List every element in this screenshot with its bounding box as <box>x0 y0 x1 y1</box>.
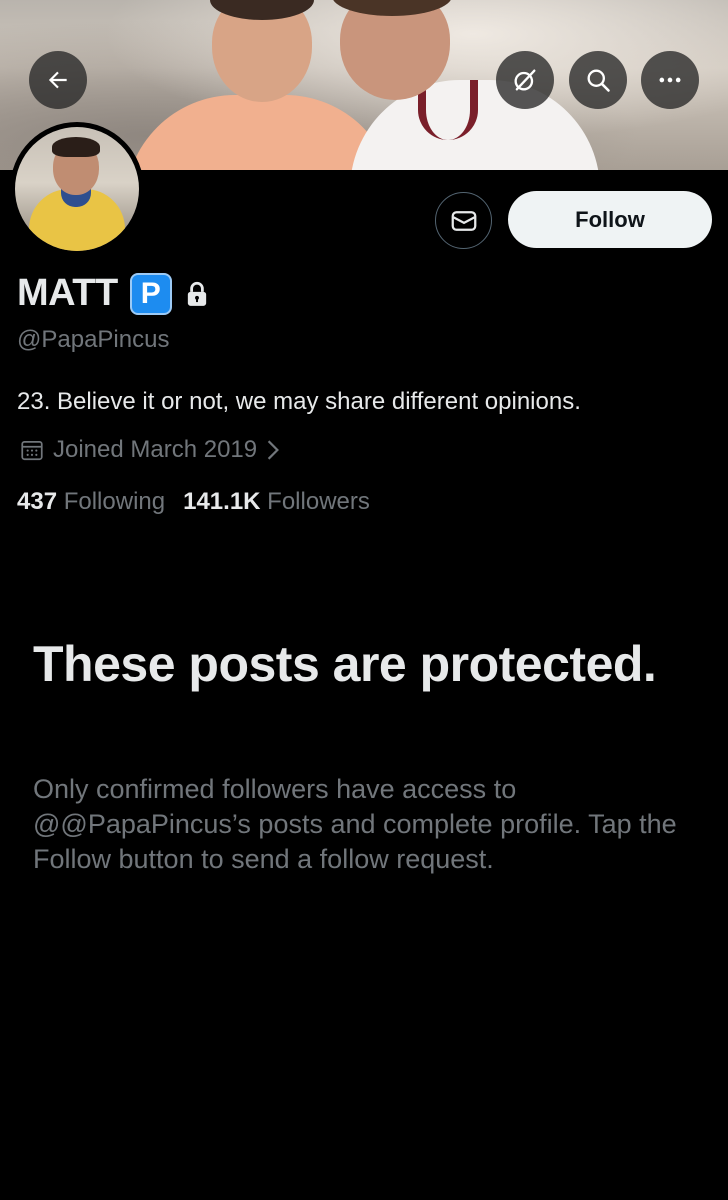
mail-icon <box>451 210 476 231</box>
search-button[interactable] <box>569 51 627 109</box>
back-button[interactable] <box>29 51 87 109</box>
followers-label: Followers <box>267 488 370 515</box>
arrow-left-icon <box>48 71 67 89</box>
more-horizontal-icon <box>659 77 681 83</box>
p-badge-icon: P <box>129 272 172 315</box>
followers-link[interactable]: 141.1K Followers <box>183 488 370 516</box>
profile-name-row: MATT P <box>17 272 210 315</box>
avatar[interactable] <box>10 122 144 256</box>
following-link[interactable]: 437 Following <box>17 488 165 516</box>
protected-body: Only confirmed followers have access to … <box>33 774 677 874</box>
lock-icon <box>184 280 210 308</box>
follow-counts: 437 Following 141.1K Followers <box>17 488 370 516</box>
joined-date[interactable]: Joined March 2019 <box>19 436 281 464</box>
calendar-icon <box>21 441 43 461</box>
following-label: Following <box>63 488 166 515</box>
following-count: 437 <box>17 488 58 515</box>
avatar-image <box>15 127 139 251</box>
joined-label: Joined March 2019 <box>53 436 258 463</box>
more-button[interactable] <box>641 51 699 109</box>
protected-title: These posts are protected. <box>33 636 657 692</box>
follow-button[interactable]: Follow <box>508 191 712 248</box>
profile-handle: @PapaPincus <box>17 326 170 353</box>
grok-button[interactable] <box>496 51 554 109</box>
display-name: MATT <box>17 272 118 314</box>
message-button[interactable] <box>435 192 492 249</box>
followers-count: 141.1K <box>183 488 261 515</box>
avatar-hair <box>52 137 100 157</box>
chevron-right-icon <box>267 440 280 460</box>
grok-icon <box>514 69 536 91</box>
search-icon <box>587 69 610 92</box>
profile-bio: 23. Believe it or not, we may share diff… <box>17 388 581 415</box>
